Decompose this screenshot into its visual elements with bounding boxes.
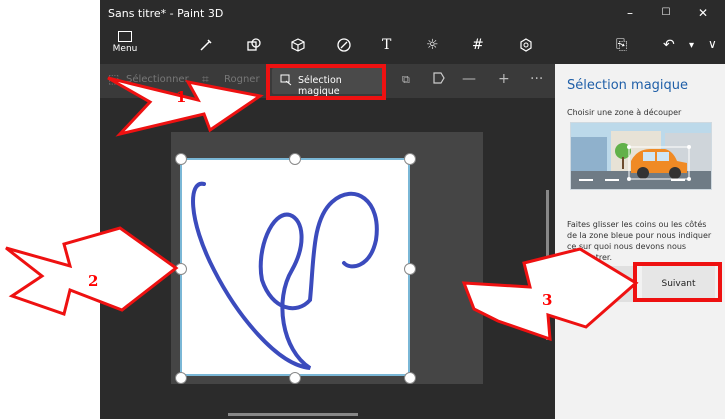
effects-icon[interactable]: ☼ — [426, 37, 439, 53]
highlight-next-button — [633, 262, 722, 302]
title-bar: Sans titre* - Paint 3D – ☐ ✕ — [100, 0, 725, 28]
resize-handle-bottom[interactable] — [289, 372, 301, 384]
annotation-number-2: 2 — [88, 272, 99, 290]
resize-handle-right[interactable] — [404, 263, 416, 275]
paste-icon[interactable]: ⎘ — [616, 37, 627, 53]
panel-title: Sélection magique — [567, 78, 689, 93]
menu-icon — [118, 31, 132, 42]
copy-icon[interactable]: ⧉ — [402, 73, 410, 87]
window-title: Sans titre* - Paint 3D — [108, 7, 224, 20]
canvas-icon[interactable]: # — [472, 37, 484, 53]
resize-handle-bottom-left[interactable] — [175, 372, 187, 384]
annotation-arrow-2 — [5, 226, 179, 316]
highlight-magic-select — [266, 64, 386, 100]
undo-icon[interactable]: ↶ — [663, 37, 675, 53]
example-image — [570, 122, 712, 190]
tag-icon[interactable] — [432, 71, 446, 89]
maximize-button[interactable]: ☐ — [651, 3, 681, 23]
history-dropdown-icon[interactable]: ▾ — [689, 40, 694, 51]
panel-subtitle: Choisir une zone à découper — [567, 108, 682, 117]
shapes-3d-icon[interactable] — [290, 37, 306, 57]
expand-icon[interactable]: ∨ — [708, 37, 717, 51]
more-options-icon[interactable]: ··· — [530, 71, 543, 87]
resize-handle-top[interactable] — [289, 153, 301, 165]
text-icon[interactable]: T — [382, 37, 391, 53]
background — [0, 0, 100, 419]
minimize-button[interactable]: – — [615, 3, 645, 23]
zoom-in-icon[interactable]: + — [498, 71, 510, 87]
annotation-number-3: 3 — [542, 291, 553, 309]
horizontal-scrollbar[interactable] — [228, 413, 358, 416]
drawing-canvas[interactable] — [180, 158, 410, 376]
resize-handle-bottom-right[interactable] — [404, 372, 416, 384]
mixed-reality-icon[interactable] — [518, 37, 534, 57]
zoom-out-icon[interactable]: — — [462, 71, 476, 87]
annotation-arrow-3 — [461, 247, 639, 342]
stickers-icon[interactable] — [336, 37, 352, 57]
close-button[interactable]: ✕ — [688, 3, 718, 23]
resize-handle-top-right[interactable] — [404, 153, 416, 165]
signature-drawing — [191, 181, 379, 370]
annotation-number-1: 1 — [176, 88, 187, 106]
